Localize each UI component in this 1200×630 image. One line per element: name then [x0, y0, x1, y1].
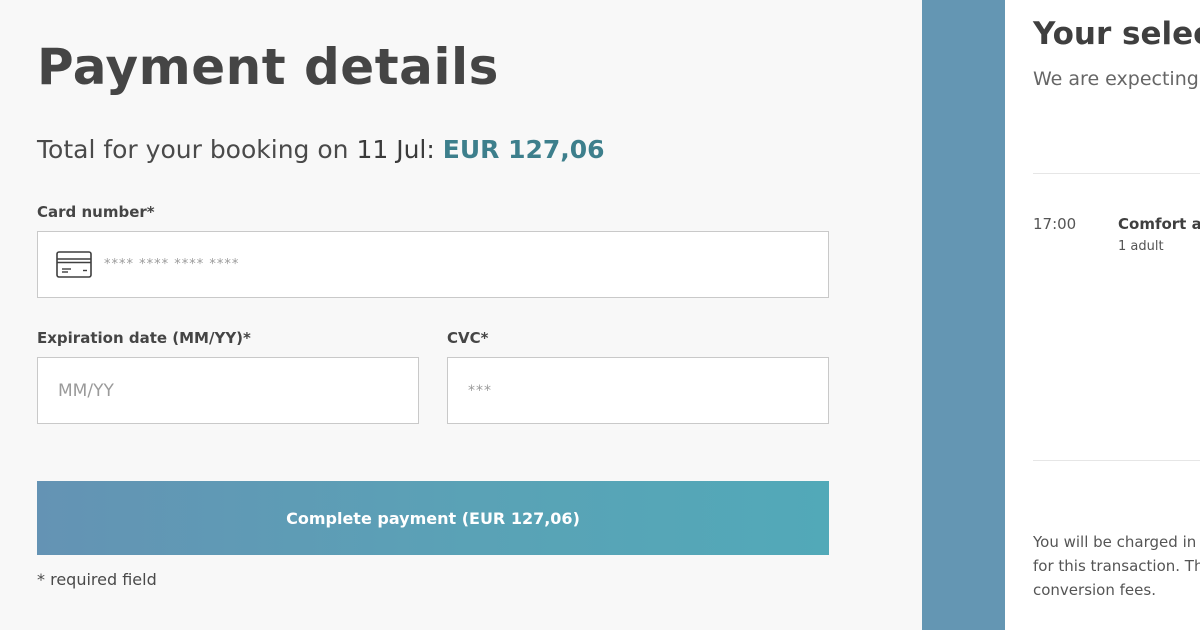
expiration-date-input[interactable]	[38, 358, 418, 423]
expiration-date-field[interactable]	[37, 357, 419, 424]
booking-date: 11 Jul:	[356, 135, 435, 164]
divider-line	[1033, 173, 1200, 174]
passenger-count: 1 adult	[1118, 239, 1164, 254]
page-title: Payment details	[37, 38, 499, 96]
cvc-input[interactable]	[448, 358, 828, 423]
card-number-field[interactable]	[37, 231, 829, 298]
complete-payment-button[interactable]: Complete payment (EUR 127,06)	[37, 481, 829, 555]
charge-note-line: conversion fees.	[1033, 581, 1156, 599]
departure-time: 17:00	[1033, 215, 1077, 233]
cvc-field[interactable]	[447, 357, 829, 424]
charge-note-line: You will be charged in E	[1033, 533, 1200, 551]
divider-line	[1033, 460, 1200, 461]
card-number-input[interactable]	[104, 232, 804, 297]
selection-title: Your selec	[1033, 16, 1200, 52]
card-number-label: Card number*	[37, 203, 155, 221]
required-field-note: * required field	[37, 570, 157, 589]
total-amount: EUR 127,06	[442, 135, 605, 164]
payment-panel: Payment details Total for your booking o…	[0, 0, 922, 630]
credit-card-icon	[56, 251, 92, 278]
total-prefix: Total for your booking on	[37, 135, 357, 164]
charge-note-line: for this transaction. Th	[1033, 557, 1200, 575]
cvc-label: CVC*	[447, 329, 489, 347]
booking-total: Total for your booking on 11 Jul: EUR 12…	[37, 135, 605, 164]
selection-subtitle: We are expecting y	[1033, 68, 1200, 90]
expiration-date-label: Expiration date (MM/YY)*	[37, 329, 251, 347]
divider-band	[922, 0, 1005, 630]
selection-panel: Your selec We are expecting y 17:00 Comf…	[1005, 0, 1200, 630]
product-name: Comfort ad	[1118, 215, 1200, 233]
